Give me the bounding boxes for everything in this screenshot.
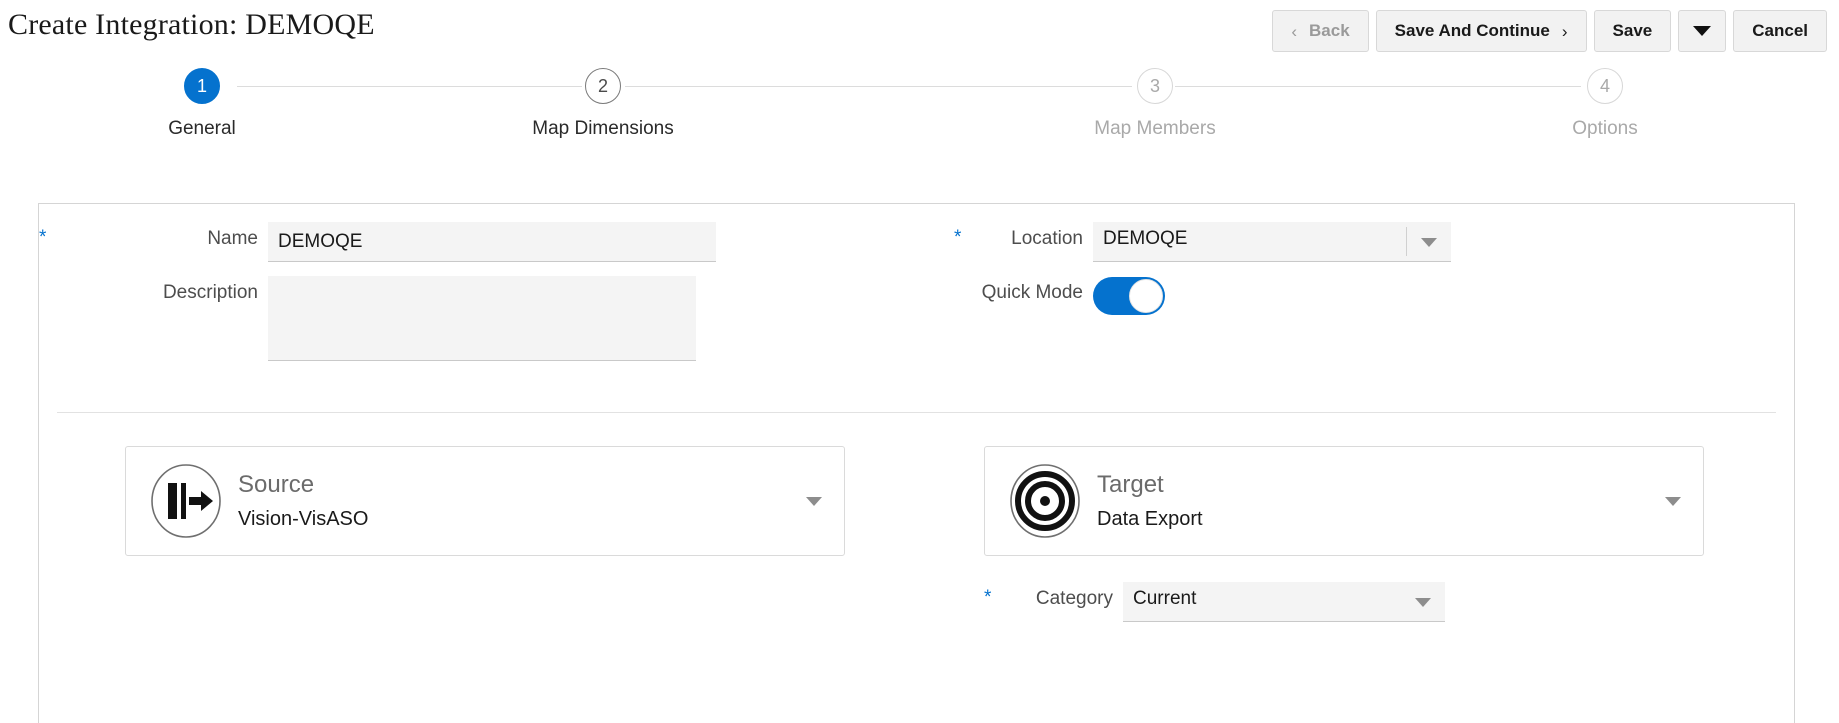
train-step-circle[interactable]: 3 (1137, 68, 1173, 104)
name-input-wrap (268, 222, 716, 262)
name-field-row: * Name (39, 222, 759, 262)
location-select-separator (1406, 227, 1407, 256)
category-select-wrap: Current (1123, 582, 1445, 622)
source-card-kind: Source (238, 471, 368, 499)
integration-form-panel: * Name * Description * Location DEMOQE (38, 203, 1795, 723)
page-header: Create Integration: DEMOQE ‹ Back Save A… (0, 0, 1839, 66)
required-marker: * (954, 222, 964, 247)
required-marker: * (39, 222, 49, 247)
name-label: Name (58, 222, 258, 250)
train-step-label: General (102, 118, 302, 140)
back-button-label: Back (1309, 21, 1350, 41)
chevron-down-icon[interactable] (806, 497, 822, 506)
train-step-general[interactable]: 1 General (102, 68, 302, 140)
category-select-value: Current (1123, 582, 1445, 616)
target-card-text: Target Data Export (1097, 471, 1203, 532)
save-and-continue-label: Save And Continue (1395, 21, 1550, 41)
train-step-map-members[interactable]: 3 Map Members (1055, 68, 1255, 140)
category-field-row: * Category Current (984, 582, 1445, 622)
chevron-down-icon[interactable] (1421, 238, 1437, 247)
location-select-value: DEMOQE (1093, 222, 1451, 256)
target-card-kind: Target (1097, 471, 1203, 499)
target-card-value: Data Export (1097, 508, 1203, 531)
description-label: Description (58, 276, 258, 304)
save-button[interactable]: Save (1594, 10, 1672, 52)
source-arrow-icon (148, 463, 224, 539)
train-step-circle[interactable]: 4 (1587, 68, 1623, 104)
train-step-number: 3 (1150, 76, 1160, 97)
chevron-down-icon[interactable] (1665, 497, 1681, 506)
section-divider (57, 412, 1776, 413)
back-button[interactable]: ‹ Back (1272, 10, 1368, 52)
caret-down-icon (1693, 26, 1711, 36)
description-field-row: * Description (39, 276, 759, 366)
save-button-label: Save (1613, 21, 1653, 41)
target-bullseye-icon (1007, 463, 1083, 539)
train-step-options[interactable]: 4 Options (1505, 68, 1705, 140)
name-input[interactable] (268, 222, 716, 262)
general-form: * Name * Description * Location DEMOQE (39, 204, 1794, 432)
train-step-number: 2 (598, 76, 608, 97)
category-label: Category (1003, 582, 1113, 610)
train-step-label: Map Dimensions (503, 118, 703, 140)
location-label: Location (973, 222, 1083, 250)
location-select[interactable]: DEMOQE (1093, 222, 1451, 262)
toggle-knob (1129, 279, 1163, 313)
cancel-button-label: Cancel (1752, 21, 1808, 41)
description-input-wrap (268, 276, 696, 366)
category-select[interactable]: Current (1123, 582, 1445, 622)
wizard-train: 1 General 2 Map Dimensions 3 Map Members… (0, 68, 1839, 168)
chevron-left-icon: ‹ (1291, 23, 1297, 40)
source-card-value: Vision-VisASO (238, 508, 368, 531)
train-step-label: Options (1505, 118, 1705, 140)
quick-mode-toggle-wrap (1093, 276, 1165, 315)
target-card[interactable]: Target Data Export (984, 446, 1704, 556)
chevron-down-icon[interactable] (1415, 598, 1431, 607)
train-step-label: Map Members (1055, 118, 1255, 140)
page-title: Create Integration: DEMOQE (8, 8, 375, 42)
description-textarea[interactable] (268, 276, 696, 361)
source-card[interactable]: Source Vision-VisASO (125, 446, 845, 556)
quick-mode-label: Quick Mode (973, 276, 1083, 304)
train-step-map-dimensions[interactable]: 2 Map Dimensions (503, 68, 703, 140)
chevron-right-icon: › (1562, 23, 1568, 40)
save-menu-dropdown-button[interactable] (1678, 10, 1726, 52)
train-step-circle[interactable]: 2 (585, 68, 621, 104)
cancel-button[interactable]: Cancel (1733, 10, 1827, 52)
page-toolbar: ‹ Back Save And Continue › Save Cancel (1272, 10, 1827, 52)
quick-mode-toggle[interactable] (1093, 277, 1165, 315)
wizard-train-inner: 1 General 2 Map Dimensions 3 Map Members… (195, 68, 1614, 168)
train-step-number: 1 (197, 76, 207, 97)
location-field-row: * Location DEMOQE (954, 222, 1451, 262)
source-card-text: Source Vision-VisASO (238, 471, 368, 532)
quick-mode-field-row: * Quick Mode (954, 276, 1165, 315)
train-step-circle[interactable]: 1 (184, 68, 220, 104)
location-select-wrap: DEMOQE (1093, 222, 1451, 262)
train-step-number: 4 (1600, 76, 1610, 97)
save-and-continue-button[interactable]: Save And Continue › (1376, 10, 1587, 52)
required-marker: * (984, 582, 994, 607)
